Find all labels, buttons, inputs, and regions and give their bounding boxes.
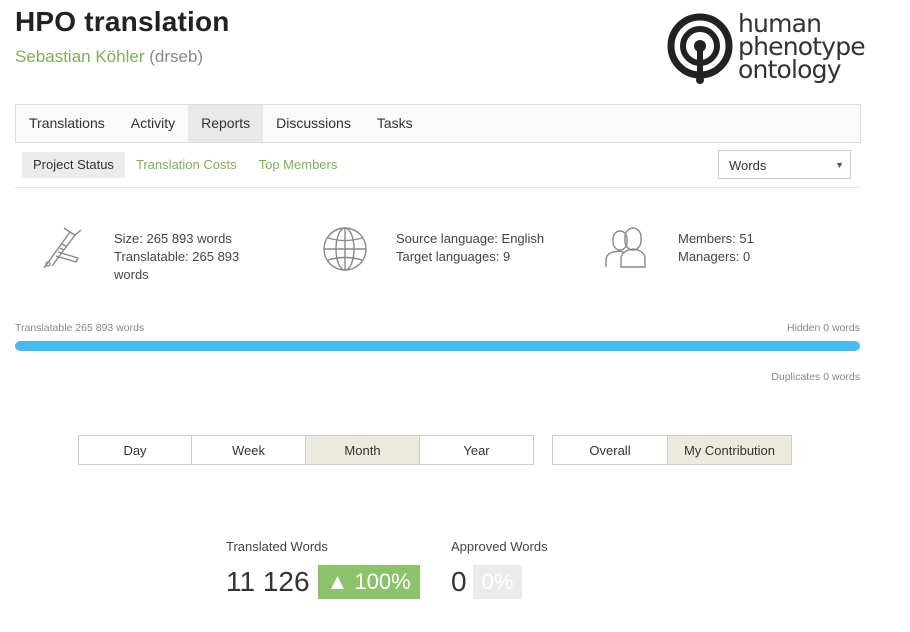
page-title: HPO translation	[15, 6, 230, 37]
scope-my-contribution-button[interactable]: My Contribution	[668, 435, 792, 465]
logo-text: human phenotype ontology	[738, 9, 866, 84]
period-day-button[interactable]: Day	[78, 435, 192, 465]
globe-icon	[323, 227, 367, 271]
period-year-button[interactable]: Year	[420, 435, 534, 465]
member-stats: Members: 51 Managers: 0	[678, 231, 754, 264]
tab-reports[interactable]: Reports	[188, 105, 264, 142]
subtab-translation-costs[interactable]: Translation Costs	[125, 152, 248, 178]
language-stats: Source language: English Target language…	[396, 231, 545, 264]
unit-select[interactable]: Words ▼	[718, 150, 851, 179]
owner-name-link[interactable]: Sebastian Köhler	[15, 47, 144, 66]
approved-words-label: Approved Words	[451, 539, 548, 554]
main-tabs: Translations Activity Reports Discussion…	[15, 104, 861, 143]
caliper-icon	[43, 227, 82, 269]
project-owner: Sebastian Köhler (drseb)	[15, 47, 203, 67]
subtab-top-members[interactable]: Top Members	[248, 152, 349, 178]
tab-discussions[interactable]: Discussions	[263, 105, 364, 142]
scope-overall-button[interactable]: Overall	[552, 435, 668, 465]
translated-words-value: 11 126	[226, 566, 310, 597]
scope-button-group: Overall My Contribution	[552, 435, 792, 465]
report-subtabs: Project Status Translation Costs Top Mem…	[22, 152, 348, 178]
members-icon	[605, 227, 646, 268]
hidden-label: Hidden 0 words	[787, 322, 860, 334]
translated-words-stat: 11 126 ▲ 100%	[226, 565, 420, 599]
tab-tasks[interactable]: Tasks	[364, 105, 426, 142]
size-stats: Size: 265 893 words Translatable: 265 89…	[114, 231, 240, 282]
translated-words-label: Translated Words	[226, 539, 328, 554]
chevron-down-icon: ▼	[835, 160, 844, 170]
duplicates-label: Duplicates 0 words	[771, 371, 860, 383]
tab-translations[interactable]: Translations	[16, 105, 118, 142]
subtab-project-status[interactable]: Project Status	[22, 152, 125, 178]
period-week-button[interactable]: Week	[192, 435, 306, 465]
tab-activity[interactable]: Activity	[118, 105, 188, 142]
unit-select-value: Words	[729, 158, 767, 173]
approved-percent-badge: 0%	[472, 565, 523, 599]
signal-icon	[667, 13, 733, 84]
translatable-label: Translatable 265 893 words	[15, 322, 145, 334]
translated-percent-badge: ▲ 100%	[317, 565, 420, 599]
period-month-button[interactable]: Month	[306, 435, 420, 465]
period-button-group: Day Week Month Year	[78, 435, 534, 465]
divider	[15, 187, 859, 188]
approved-words-stat: 0 0%	[451, 565, 523, 599]
owner-handle: (drseb)	[149, 47, 204, 66]
approved-words-value: 0	[451, 566, 467, 597]
translatable-progress-bar	[15, 341, 860, 351]
hpo-logo: human phenotype ontology	[665, 9, 866, 90]
